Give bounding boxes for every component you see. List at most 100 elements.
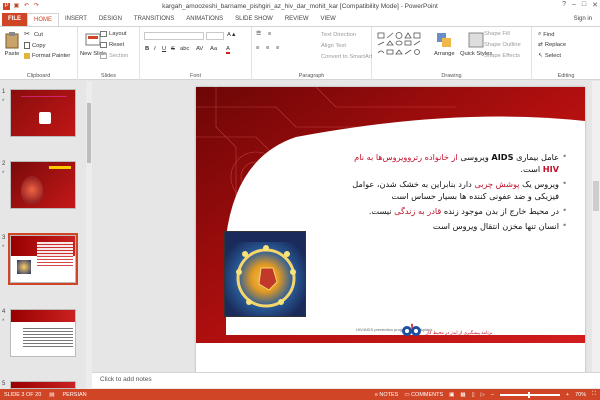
tab-home[interactable]: HOME — [27, 13, 59, 26]
tab-review[interactable]: REVIEW — [279, 13, 315, 26]
thumbnail-number: 4 — [2, 309, 6, 315]
bullet-3: در محیط خارج از بدن موجود زنده قادر به ز… — [337, 205, 567, 217]
align-text-button[interactable]: Align Text — [314, 42, 346, 50]
find-button[interactable]: ⌕ Find — [538, 31, 555, 38]
tab-animations[interactable]: ANIMATIONS — [180, 13, 229, 26]
shapes-gallery[interactable] — [376, 31, 434, 61]
section-button[interactable]: Section — [100, 53, 128, 59]
slides-group-label: Slides — [101, 73, 116, 79]
scrollbar-thumb[interactable] — [593, 181, 599, 211]
cut-button[interactable]: ✂ Cut — [24, 31, 43, 39]
notes-toggle[interactable]: ≡ NOTES — [375, 392, 399, 398]
convert-smartart-button[interactable]: Convert to SmartArt — [314, 53, 372, 61]
redo-icon[interactable]: ↷ — [33, 3, 40, 10]
bullets-button[interactable]: ☰ — [256, 31, 261, 37]
spellcheck-icon[interactable]: ▤ — [49, 392, 54, 398]
comments-toggle[interactable]: ▭ COMMENTS — [404, 392, 443, 398]
help-icon[interactable]: ? — [562, 1, 566, 9]
thumbnail-item-5[interactable]: 5 — [2, 381, 78, 389]
thumbnail-item-1[interactable]: 1 * — [2, 89, 78, 137]
shape-fill-button[interactable]: Shape Fill — [484, 31, 510, 37]
zoom-slider[interactable] — [499, 391, 560, 398]
normal-view-icon[interactable]: ▣ — [449, 392, 454, 398]
tab-file[interactable]: FILE — [2, 13, 27, 26]
layout-button[interactable]: Layout — [100, 31, 126, 37]
font-name-field[interactable] — [144, 32, 204, 40]
italic-button[interactable]: I — [154, 46, 156, 52]
tab-transitions[interactable]: TRANSITIONS — [128, 13, 180, 26]
copy-button[interactable]: Copy — [24, 42, 46, 49]
thumbnail-number: 2 — [2, 161, 6, 167]
slide-thumbnails-pane: 1 * 2 * 3 * 4 * 5 — [0, 81, 92, 389]
scrollbar-thumb[interactable] — [87, 103, 91, 163]
sign-in-link[interactable]: Sign in — [574, 16, 592, 22]
shape-effects-button[interactable]: Shape Effects — [484, 53, 520, 59]
tab-view[interactable]: VIEW — [315, 13, 342, 26]
align-left-button[interactable]: ≡ — [256, 45, 259, 51]
numbering-button[interactable]: ≡ — [268, 31, 271, 37]
thumbnail-item-2[interactable]: 2 * — [2, 161, 78, 209]
char-spacing-button[interactable]: AV — [196, 46, 203, 52]
select-button[interactable]: ↖ Select — [538, 53, 561, 59]
close-button[interactable]: ✕ — [592, 1, 598, 9]
zoom-out-button[interactable]: – — [491, 392, 494, 398]
replace-button[interactable]: ⇄ Replace — [538, 42, 566, 48]
slide-canvas[interactable]: عامل بیماری AIDS ویروسی از خانواده رتروو… — [196, 87, 585, 373]
undo-icon[interactable]: ↶ — [23, 3, 30, 10]
slideshow-icon[interactable]: ▷ — [481, 392, 485, 398]
section-icon — [100, 53, 107, 59]
underline-button[interactable]: U — [162, 46, 166, 52]
ribbon: Paste ✂ Cut Copy Format Painter Clipboar… — [0, 26, 600, 80]
language-indicator[interactable]: PERSIAN — [63, 392, 87, 398]
slide-thumbnail-selected[interactable] — [8, 233, 78, 285]
tab-insert[interactable]: INSERT — [59, 13, 93, 26]
fit-slide-icon[interactable]: ⛶ — [592, 391, 596, 398]
save-icon[interactable]: ▣ — [13, 3, 20, 10]
zoom-slider-knob[interactable] — [527, 391, 530, 398]
scissors-icon: ✂ — [24, 31, 30, 38]
align-right-button[interactable]: ≡ — [276, 45, 279, 51]
thumbnail-item-3[interactable]: 3 * — [2, 233, 78, 285]
strikethrough-button[interactable]: S — [171, 46, 175, 52]
minimize-button[interactable]: – — [572, 1, 576, 9]
slide-body-text[interactable]: عامل بیماری AIDS ویروسی از خانواده رتروو… — [337, 151, 567, 235]
shape-outline-button[interactable]: Shape Outline — [484, 42, 521, 48]
arrange-button[interactable]: Arrange — [434, 31, 455, 57]
arrange-icon — [437, 33, 452, 47]
text-direction-button[interactable]: Text Direction — [314, 31, 356, 39]
footer-title: برنامه پیشگیری از ایدز در محیط کار — [426, 330, 493, 335]
zoom-level[interactable]: 70% — [575, 392, 586, 398]
layout-icon — [100, 31, 107, 37]
slide-thumbnail[interactable] — [10, 381, 76, 389]
change-case-button[interactable]: Aa — [210, 46, 217, 52]
thumbnail-item-4[interactable]: 4 * — [2, 309, 78, 357]
slide-thumbnail[interactable] — [10, 161, 76, 209]
grow-font-button[interactable]: A▲ — [227, 32, 237, 38]
virus-illustration[interactable] — [224, 231, 306, 317]
gears-logo-icon — [402, 323, 421, 336]
font-size-field[interactable] — [206, 32, 224, 40]
align-right-icon: ≡ — [276, 45, 280, 51]
zoom-in-button[interactable]: + — [566, 392, 569, 398]
replace-icon: ⇄ — [538, 42, 543, 48]
bold-button[interactable]: B — [145, 46, 149, 52]
slide-thumbnail[interactable] — [10, 309, 76, 357]
slide-scrollbar[interactable] — [592, 81, 600, 372]
tab-slide-show[interactable]: SLIDE SHOW — [229, 13, 279, 26]
reading-view-icon[interactable]: ▯ — [472, 392, 475, 398]
slide-sorter-icon[interactable]: ▦ — [460, 392, 465, 398]
maximize-button[interactable]: □ — [582, 1, 586, 9]
tab-design[interactable]: DESIGN — [93, 13, 128, 26]
editing-group-label: Editing — [557, 73, 575, 79]
reset-button[interactable]: Reset — [100, 42, 124, 48]
quick-access-toolbar: P ▣ ↶ ↷ — [3, 2, 40, 10]
font-color-button[interactable]: A — [226, 46, 230, 54]
format-painter-button[interactable]: Format Painter — [24, 53, 70, 59]
smartart-icon — [314, 53, 319, 61]
font-color-icon: A — [226, 46, 230, 54]
text-shadow-button[interactable]: abc — [180, 46, 189, 52]
slide-thumbnail[interactable] — [10, 89, 76, 137]
align-center-button[interactable]: ≡ — [266, 45, 269, 51]
paste-button[interactable]: Paste — [3, 31, 21, 57]
notes-pane[interactable]: Click to add notes — [92, 372, 600, 388]
